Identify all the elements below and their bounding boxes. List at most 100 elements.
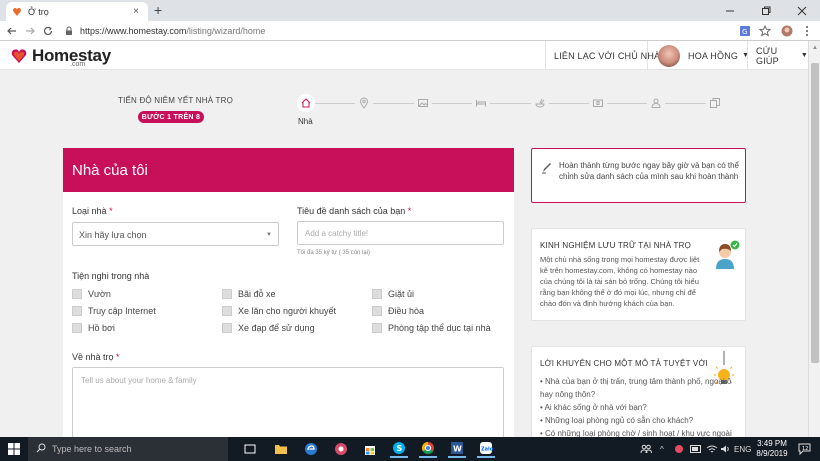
tab-title: Ở trọ (28, 6, 49, 17)
user-name: HOA HỒNG (688, 50, 739, 61)
user-icon (651, 98, 661, 108)
copy-icon (710, 98, 720, 108)
people-icon[interactable] (640, 437, 652, 461)
amenity-checkbox[interactable]: Phòng tập thể dục tại nhà (372, 323, 491, 333)
step-review[interactable] (706, 94, 724, 112)
chrome-icon[interactable] (419, 440, 437, 458)
input-language[interactable]: ENG (734, 437, 751, 461)
photo-icon (418, 99, 428, 107)
word-icon[interactable]: W (448, 440, 466, 458)
avatar (658, 44, 680, 67)
notification-count: 12 (802, 446, 808, 452)
home-type-label: Loại nhà * (72, 206, 113, 216)
svg-text:Zalo: Zalo (481, 447, 493, 453)
tab-close-icon[interactable]: × (130, 6, 142, 17)
profile-avatar-icon[interactable] (780, 24, 794, 38)
skype-icon[interactable]: S (390, 440, 408, 458)
amenity-checkbox[interactable]: Điều hòa (372, 306, 424, 316)
listing-title-label: Tiêu đề danh sách của bạn * (297, 206, 412, 216)
home-form-card: Nhà của tôi Loại nhà * Xin hãy lựa chọn … (63, 148, 514, 438)
help-label: CỨU GIÚP (756, 45, 779, 66)
step-location[interactable] (355, 94, 373, 112)
clock-date: 8/9/2019 (756, 449, 788, 458)
search-icon (36, 443, 46, 455)
amenity-checkbox[interactable]: Bãi đỗ xe (222, 289, 276, 299)
forward-icon[interactable] (22, 23, 38, 39)
reload-icon[interactable] (40, 23, 56, 39)
site-favicon-icon (12, 7, 22, 17)
taskbar-search[interactable]: Type here to search (28, 437, 228, 461)
zalo-icon[interactable]: Zalo (477, 440, 495, 458)
about-home-textarea[interactable]: Tell us about your home & family (72, 367, 504, 438)
file-explorer-icon[interactable] (272, 440, 290, 458)
step-meals[interactable] (531, 94, 549, 112)
home-type-select[interactable]: Xin hãy lựa chọn ▼ (72, 222, 279, 246)
store-icon[interactable] (361, 440, 379, 458)
step-pricing[interactable] (589, 94, 607, 112)
windows-taskbar: Type here to search S W Zalo ^ ENG 3:49 … (0, 437, 820, 461)
header-divider (647, 41, 648, 70)
new-tab-button[interactable]: + (154, 3, 162, 17)
step-photos[interactable] (414, 94, 432, 112)
step-profile[interactable] (647, 94, 665, 112)
amenity-checkbox[interactable]: Hồ bơi (72, 323, 115, 333)
clock-time: 3:49 PM (757, 439, 787, 448)
logo-dotcom: .com (70, 61, 86, 68)
scroll-up-icon[interactable]: ▲ (812, 45, 818, 51)
step-rooms[interactable] (472, 94, 490, 112)
dropdown-arrow-icon: ▼ (266, 232, 272, 238)
bookmark-star-icon[interactable] (758, 24, 772, 38)
lock-icon (64, 26, 74, 36)
camera-app-icon[interactable] (332, 440, 350, 458)
url-host: https://www.homestay.com (80, 26, 187, 36)
header-divider (747, 41, 748, 70)
url-bar[interactable]: https://www.homestay.com/listing/wizard/… (64, 23, 724, 39)
amenity-checkbox[interactable]: Giặt ủi (372, 289, 414, 299)
windows-start-icon[interactable] (8, 443, 20, 455)
svg-text:G: G (742, 28, 747, 36)
advice-list: • Nhà của bạn ở thị trấn, trung tâm thàn… (540, 375, 735, 440)
volume-icon[interactable] (720, 437, 730, 461)
amenity-checkbox[interactable]: Vườn (72, 289, 111, 299)
list-item: • Những loại phòng ngủ có sẵn cho khách? (540, 416, 694, 425)
edge-browser-icon[interactable] (302, 440, 320, 458)
bed-icon (476, 100, 486, 107)
translate-icon[interactable]: G (738, 24, 752, 38)
host-avatar-icon (710, 239, 740, 273)
listing-title-hint: Tối đa 35 ký tự ( 35 còn lại) (297, 250, 371, 256)
step-home[interactable] (297, 94, 315, 112)
listing-title-input[interactable]: Add a catchy title! (297, 221, 504, 245)
browser-menu-icon[interactable] (800, 24, 814, 38)
help-menu[interactable]: CỨU GIÚP ▼ (756, 41, 808, 70)
amenity-checkbox[interactable]: Xe đạp để sử dụng (222, 323, 315, 333)
notification-center-icon[interactable]: 12 (798, 437, 812, 461)
search-placeholder: Type here to search (52, 444, 132, 454)
browser-tabstrip: Ở trọ × + (0, 0, 820, 21)
advice-card: LỜI KHUYÊN CHO MỘT MÔ TẢ TUYỆT VỜI • Nhà… (531, 346, 746, 438)
logo-mark-icon (10, 47, 28, 65)
scrollbar-thumb[interactable] (811, 63, 819, 363)
home-icon (301, 98, 311, 108)
amenity-checkbox[interactable]: Xe lăn cho người khuyết (222, 306, 336, 316)
task-view-icon[interactable] (241, 440, 259, 458)
experience-card: KINH NGHIỆM LƯU TRỮ TẠI NHÀ TRỌ Một chủ … (531, 228, 746, 321)
window-close-icon[interactable] (784, 0, 820, 21)
network-icon[interactable] (706, 437, 718, 461)
form-title: Nhà của tôi (63, 148, 514, 192)
tip-card: Hoàn thành từng bước ngay bây giờ và bạn… (531, 148, 746, 203)
show-hidden-icons[interactable]: ^ (660, 437, 664, 461)
contact-host-link[interactable]: LIÊN LẠC VỚI CHỦ NHÀ (554, 41, 660, 70)
amenity-checkbox[interactable]: Truy cập Internet (72, 306, 156, 316)
cutlery-icon (535, 98, 545, 108)
taskbar-clock[interactable]: 3:49 PM 8/9/2019 (752, 439, 792, 459)
minimize-icon[interactable] (712, 0, 748, 21)
location-pin-icon (359, 97, 369, 109)
battery-icon[interactable] (690, 437, 702, 461)
browser-tab[interactable]: Ở trọ × (6, 2, 148, 21)
homestay-logo[interactable]: Homestay .com (10, 41, 111, 70)
back-icon[interactable] (4, 23, 20, 39)
tray-app-icon[interactable] (674, 437, 684, 461)
user-menu[interactable]: HOA HỒNG ▼ (658, 41, 749, 70)
maximize-icon[interactable] (748, 0, 784, 21)
page-scrollbar[interactable]: ▲ (808, 41, 820, 437)
